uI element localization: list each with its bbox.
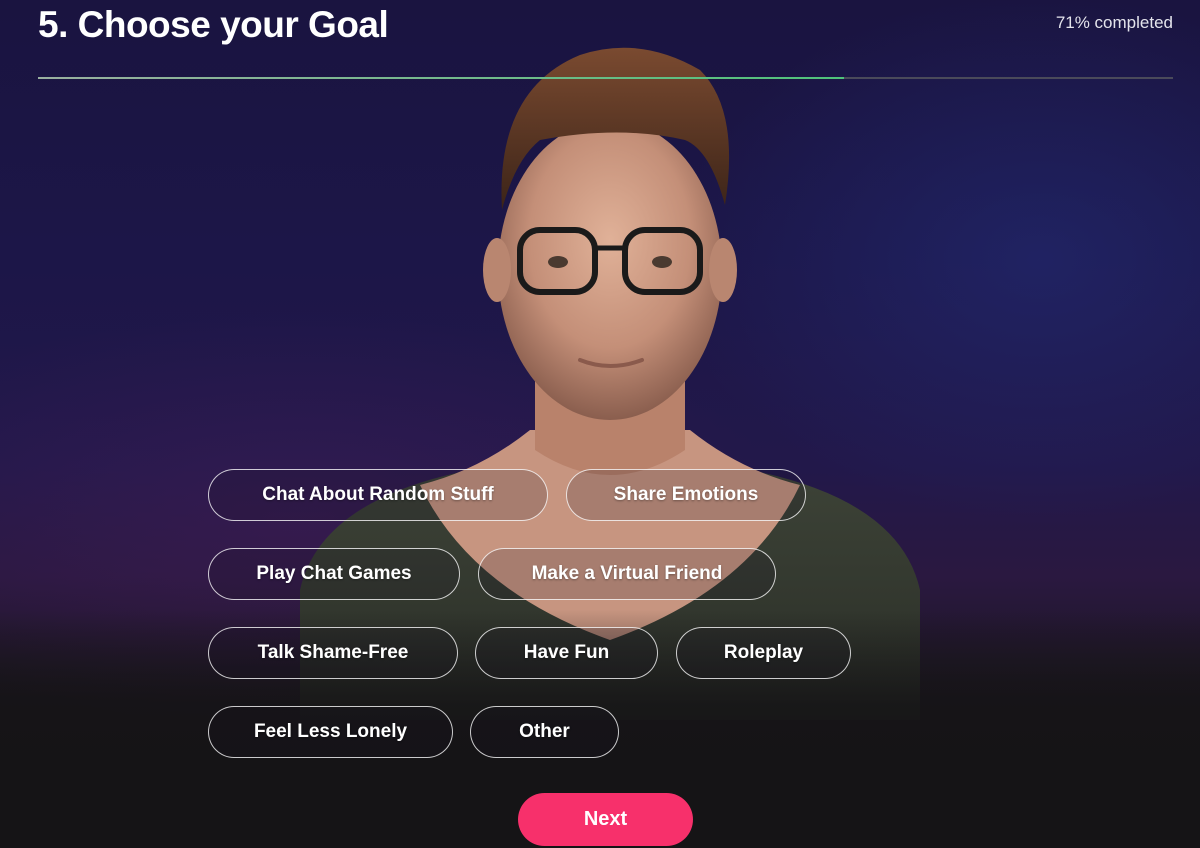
- goal-chip-other[interactable]: Other: [470, 706, 619, 758]
- goal-options: Chat About Random Stuff Share Emotions P…: [0, 0, 1200, 848]
- goal-chip-have-fun[interactable]: Have Fun: [475, 627, 658, 679]
- goal-chip-share-emotions[interactable]: Share Emotions: [566, 469, 806, 521]
- goal-chip-talk-shame-free[interactable]: Talk Shame-Free: [208, 627, 458, 679]
- next-button[interactable]: Next: [518, 793, 693, 846]
- goal-chip-play-chat-games[interactable]: Play Chat Games: [208, 548, 460, 600]
- goal-chip-feel-less-lonely[interactable]: Feel Less Lonely: [208, 706, 453, 758]
- goal-chip-roleplay[interactable]: Roleplay: [676, 627, 851, 679]
- goal-chip-make-a-virtual-friend[interactable]: Make a Virtual Friend: [478, 548, 776, 600]
- goal-chip-chat-about-random-stuff[interactable]: Chat About Random Stuff: [208, 469, 548, 521]
